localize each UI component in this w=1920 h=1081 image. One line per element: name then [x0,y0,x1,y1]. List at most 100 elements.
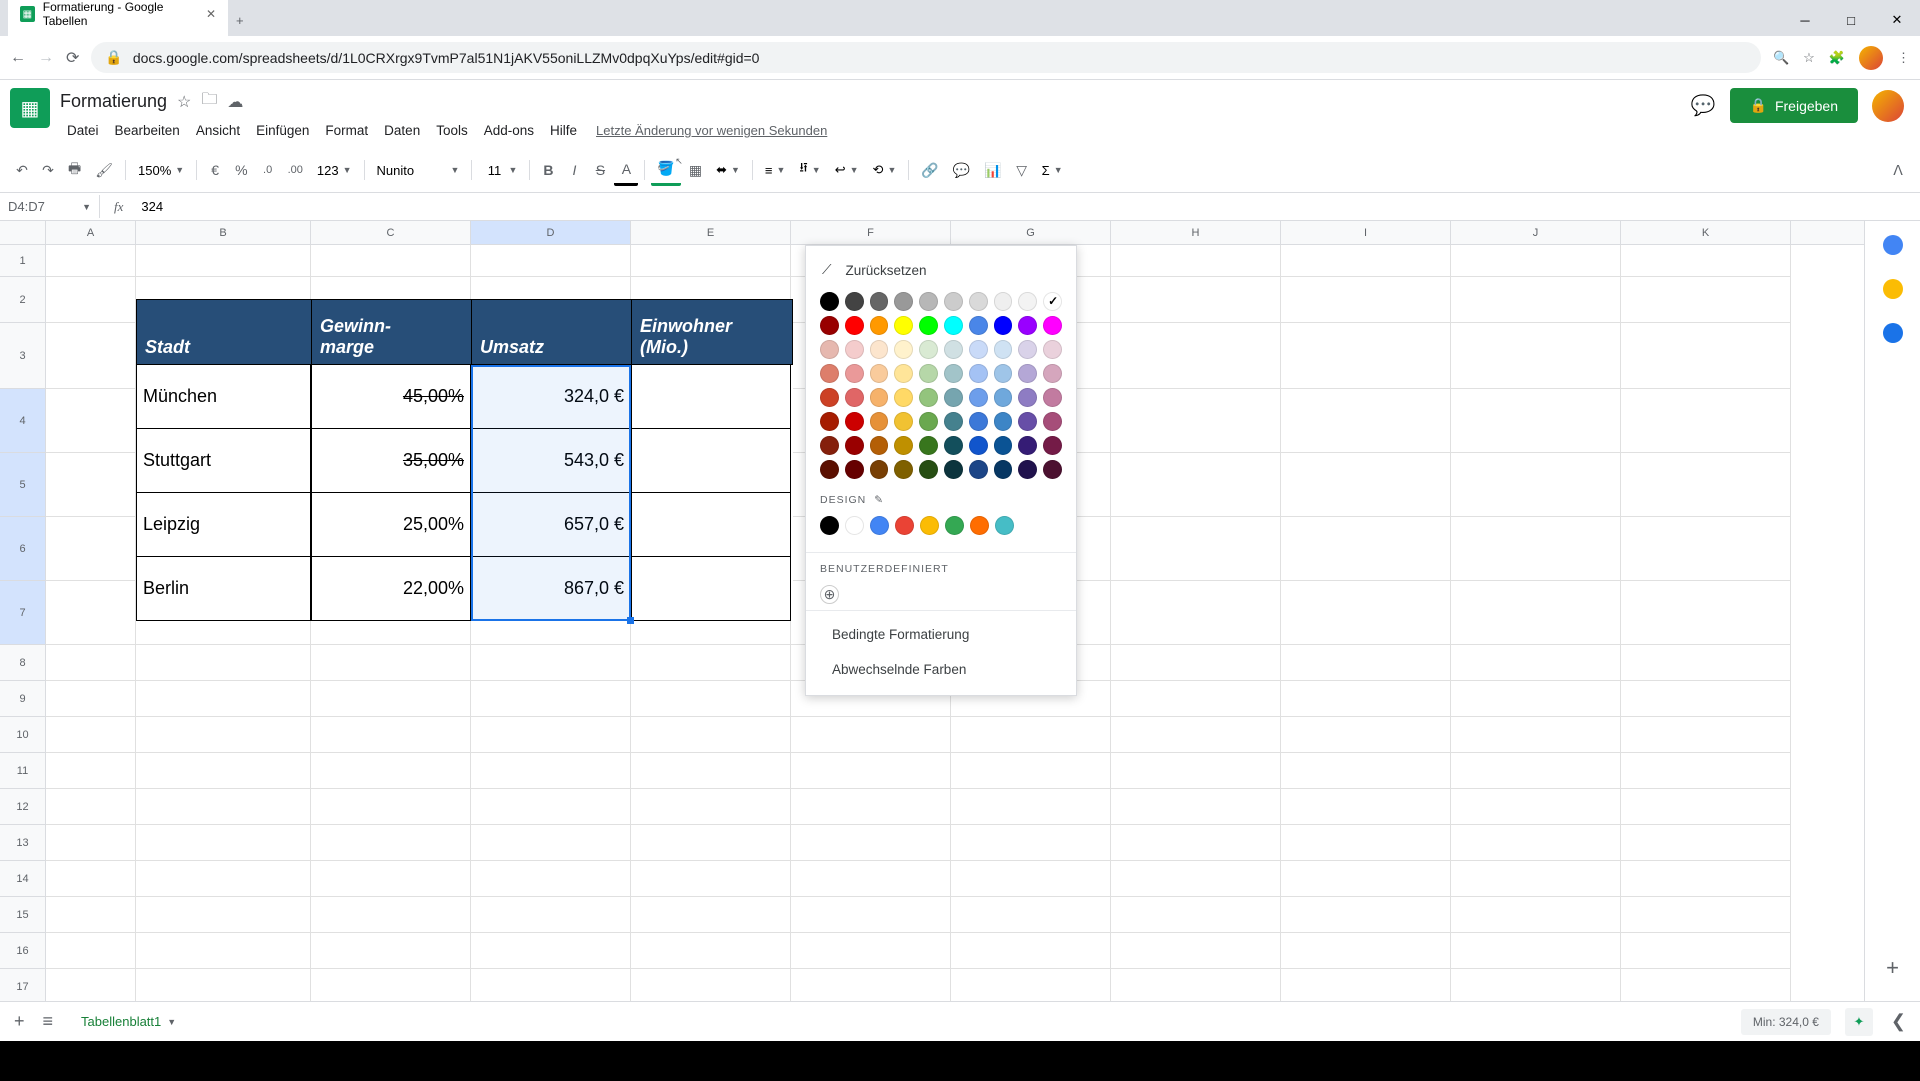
color-swatch[interactable] [1043,364,1062,383]
document-title[interactable]: Formatierung [60,91,167,112]
new-tab-button[interactable]: + [228,5,252,36]
theme-color-swatch[interactable] [895,516,914,535]
italic-button[interactable]: I [562,156,586,184]
color-swatch[interactable] [820,460,839,479]
comments-icon[interactable]: 💬 [1691,93,1716,118]
column-header-J[interactable]: J [1451,221,1621,244]
row-header-4[interactable]: 4 [0,389,46,453]
menu-data[interactable]: Daten [377,119,427,142]
color-swatch[interactable] [919,460,938,479]
menu-insert[interactable]: Einfügen [249,119,316,142]
color-swatch[interactable] [1018,340,1037,359]
column-header-B[interactable]: B [136,221,311,244]
color-swatch[interactable] [1043,292,1062,311]
color-swatch[interactable] [894,292,913,311]
color-swatch[interactable] [1043,436,1062,455]
color-swatch[interactable] [944,364,963,383]
sheet-tab-1[interactable]: Tabellenblatt1 ▼ [67,1006,190,1037]
collapse-toolbar-button[interactable]: ᐱ [1886,156,1910,185]
color-swatch[interactable] [944,292,963,311]
color-swatch[interactable] [944,316,963,335]
color-swatch[interactable] [944,460,963,479]
color-swatch[interactable] [820,340,839,359]
text-rotation-button[interactable]: ⟲▼ [867,158,903,182]
color-swatch[interactable] [894,412,913,431]
color-swatch[interactable] [944,412,963,431]
merge-cells-button[interactable]: ⬌▼ [710,158,746,182]
percent-button[interactable]: % [229,156,253,184]
color-swatch[interactable] [994,316,1013,335]
sheet-tab-menu-icon[interactable]: ▼ [167,1017,176,1027]
close-tab-icon[interactable]: ✕ [206,7,216,21]
move-icon[interactable]: 🗀 [201,88,217,115]
insert-link-button[interactable]: 🔗 [915,156,944,185]
color-swatch[interactable] [969,412,988,431]
browser-menu-icon[interactable]: ⋮ [1897,50,1910,66]
row-header-1[interactable]: 1 [0,245,46,277]
cloud-status-icon[interactable]: ☁ [227,92,243,112]
borders-button[interactable]: ▦ [683,156,708,185]
tasks-sidebar-icon[interactable] [1883,323,1903,343]
color-swatch[interactable] [870,388,889,407]
color-swatch[interactable] [894,364,913,383]
fill-color-button[interactable]: 🪣↖ [651,154,680,186]
select-all-corner[interactable] [0,221,46,244]
color-swatch[interactable] [870,436,889,455]
cells-area[interactable]: Stadt Gewinn- marge Umsatz Einwohner (Mi… [46,245,1864,1001]
cell-stadt[interactable]: Berlin [136,557,311,621]
conditional-formatting-button[interactable]: Bedingte Formatierung [806,617,1076,652]
menu-edit[interactable]: Bearbeiten [108,119,187,142]
paint-format-button[interactable]: 🖌 [89,156,119,185]
undo-button[interactable]: ↶ [10,156,34,185]
row-header-14[interactable]: 14 [0,861,46,897]
color-swatch[interactable] [894,316,913,335]
star-icon[interactable]: ☆ [177,92,191,112]
row-header-11[interactable]: 11 [0,753,46,789]
column-header-C[interactable]: C [311,221,471,244]
color-swatch[interactable] [820,316,839,335]
color-swatch[interactable] [820,412,839,431]
cell-einwohner[interactable] [631,429,791,493]
color-swatch[interactable] [820,388,839,407]
menu-file[interactable]: Datei [60,119,106,142]
sheets-logo-icon[interactable]: ▦ [10,88,50,128]
color-swatch[interactable] [969,460,988,479]
color-swatch[interactable] [820,364,839,383]
color-swatch[interactable] [944,340,963,359]
column-header-E[interactable]: E [631,221,791,244]
row-header-2[interactable]: 2 [0,277,46,323]
last-edit-link[interactable]: Letzte Änderung vor wenigen Sekunden [596,123,827,138]
cell-einwohner[interactable] [631,365,791,429]
text-wrap-button[interactable]: ↩▼ [829,158,865,182]
side-panel-toggle[interactable]: ❮ [1887,1007,1910,1036]
menu-view[interactable]: Ansicht [189,119,247,142]
color-swatch[interactable] [1018,460,1037,479]
h-align-button[interactable]: ≡▼ [759,159,792,182]
row-header-8[interactable]: 8 [0,645,46,681]
menu-format[interactable]: Format [318,119,375,142]
color-swatch[interactable] [919,412,938,431]
color-swatch[interactable] [919,292,938,311]
reload-button[interactable]: ⟳ [66,48,79,68]
theme-color-swatch[interactable] [945,516,964,535]
cell-stadt[interactable]: München [136,365,311,429]
share-button[interactable]: 🔒 Freigeben [1730,88,1858,123]
color-swatch[interactable] [845,436,864,455]
theme-color-swatch[interactable] [820,516,839,535]
color-swatch[interactable] [870,340,889,359]
color-swatch[interactable] [919,436,938,455]
insert-comment-button[interactable]: 💬 [947,156,976,185]
color-swatch[interactable] [870,316,889,335]
color-swatch[interactable] [845,364,864,383]
theme-color-swatch[interactable] [970,516,989,535]
calendar-sidebar-icon[interactable] [1883,235,1903,255]
back-button[interactable]: ← [10,49,26,67]
cell-umsatz[interactable]: 543,0 € [471,429,631,493]
add-custom-color-button[interactable]: ⊕ [820,585,839,604]
filter-button[interactable]: ▽ [1010,156,1034,185]
bold-button[interactable]: B [536,156,560,184]
column-header-A[interactable]: A [46,221,136,244]
cell-einwohner[interactable] [631,493,791,557]
color-swatch[interactable] [1043,340,1062,359]
cell-einwohner[interactable] [631,557,791,621]
